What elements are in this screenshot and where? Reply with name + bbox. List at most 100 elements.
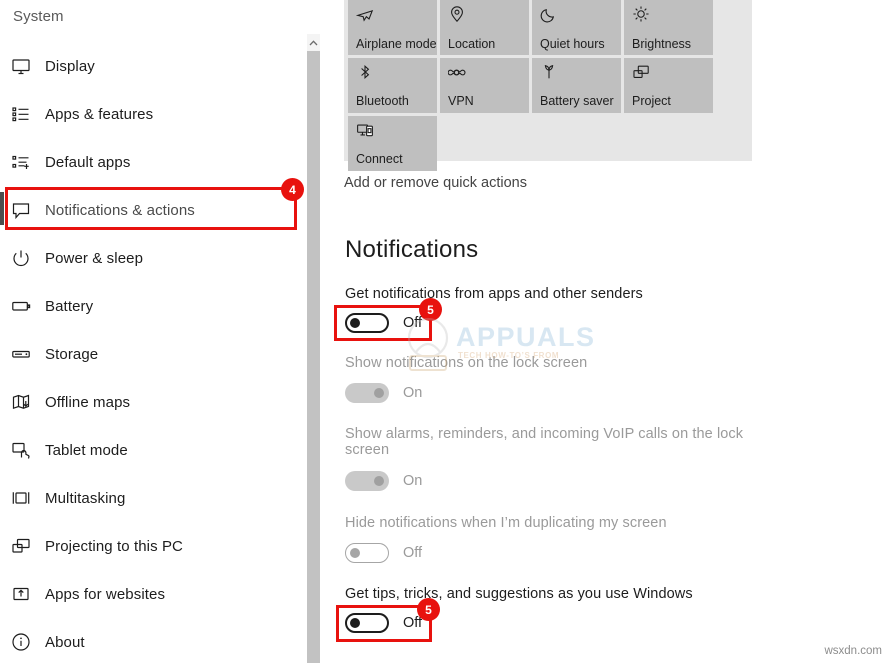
project-icon [11,536,45,556]
sidebar-scrollbar-thumb[interactable] [307,51,320,663]
sidebar-item-notifications-actions[interactable]: Notifications & actions [0,190,300,230]
sidebar-item-offline-maps[interactable]: Offline maps [0,382,300,422]
moon-icon-glyph [540,9,554,23]
quick-action-tile-vpn[interactable]: VPN [440,58,529,113]
connect-icon-glyph [357,124,373,137]
app-list-icon-glyph [12,107,29,122]
app-list-icon [11,104,45,124]
quick-action-tile-location[interactable]: Location [440,0,529,55]
setting-toggle-row[interactable]: On [345,471,422,491]
project-icon-glyph [12,538,30,553]
sidebar: System Display Apps & features Default app… [0,0,320,663]
toggle-state-label: Off [403,615,423,631]
sidebar-item-label: Battery [45,297,94,315]
moon-icon [540,5,558,28]
connect-icon [356,121,374,144]
toggle-switch[interactable] [345,543,389,563]
sidebar-item-label: Apps & features [45,105,154,123]
airplane-icon-glyph [355,9,374,22]
sidebar-item-about[interactable]: About [0,622,300,662]
speech-bubble-icon-glyph [12,203,30,220]
sidebar-item-battery[interactable]: Battery [0,286,300,326]
toggle-state-label: On [403,385,423,401]
quick-action-tile-label: Connect [356,152,403,166]
sidebar-item-default-apps[interactable]: Default apps [0,142,300,182]
setting-label: Get tips, tricks, and suggestions as you… [345,586,693,602]
chevron-up-glyph [309,39,318,45]
quick-action-tile-label: Brightness [632,37,692,51]
page-title: System [13,8,64,25]
sidebar-item-label: Display [45,57,95,75]
quick-actions-panel: Airplane mode Location Quiet hours Brightne… [344,0,752,171]
sidebar-item-apps-for-websites[interactable]: Apps for websites [0,574,300,614]
sidebar-item-projecting-to-this-pc[interactable]: Projecting to this PC [0,526,300,566]
setting-toggle-row[interactable]: Off [345,313,422,333]
sidebar-item-power-sleep[interactable]: Power & sleep [0,238,300,278]
corner-watermark: wsxdn.com [824,645,882,657]
sidebar-item-label: Tablet mode [45,441,128,459]
sidebar-item-display[interactable]: Display [0,46,300,86]
quick-action-tile-quiet-hours[interactable]: Quiet hours [532,0,621,55]
quick-action-tile-label: Location [448,37,496,51]
airplane-icon [355,5,374,28]
sidebar-item-label: Offline maps [45,393,131,411]
toggle-knob [350,318,360,328]
quick-action-tile-brightness[interactable]: Brightness [624,0,713,55]
multitask-icon [11,488,45,508]
sidebar-item-multitasking[interactable]: Multitasking [0,478,300,518]
brightness-icon-glyph [633,6,649,22]
toggle-knob [350,548,360,558]
power-icon-glyph [13,250,29,267]
notifications-heading: Notifications [345,236,479,263]
storage-icon-glyph [12,350,30,358]
vpn-icon [447,63,466,86]
quick-action-tile-project[interactable]: Project [624,58,713,113]
default-apps-icon-glyph [12,155,29,169]
sidebar-item-storage[interactable]: Storage [0,334,300,374]
bluetooth-icon [356,63,374,86]
setting-toggle-row[interactable]: Off [345,543,422,563]
monitor-icon-glyph [12,59,30,75]
sidebar-item-label: About [45,633,85,651]
toggle-knob [350,618,360,628]
toggle-state-label: Off [403,315,423,331]
apps-websites-icon [11,584,45,604]
toggle-switch[interactable] [345,383,389,403]
toggle-knob [374,476,384,486]
quick-action-tile-airplane-mode[interactable]: Airplane mode [348,0,437,55]
quick-action-tile-label: Project [632,94,671,108]
map-download-icon [11,392,45,412]
quick-action-tile-label: VPN [448,94,474,108]
monitor-icon [11,56,45,76]
sidebar-item-label: Power & sleep [45,249,144,267]
storage-icon [11,344,45,364]
quick-action-tile-battery-saver[interactable]: Battery saver [532,58,621,113]
toggle-switch[interactable] [345,471,389,491]
tablet-touch-icon [11,440,45,460]
setting-label: Show notifications on the lock screen [345,355,588,371]
quick-action-tile-connect[interactable]: Connect [348,116,437,171]
toggle-knob [374,388,384,398]
sidebar-item-apps-features[interactable]: Apps & features [0,94,300,134]
toggle-switch[interactable] [345,313,389,333]
info-icon [11,632,45,652]
toggle-switch[interactable] [345,613,389,633]
quick-action-tile-label: Battery saver [540,94,614,108]
quick-action-tile-bluetooth[interactable]: Bluetooth [348,58,437,113]
add-remove-quick-actions-link[interactable]: Add or remove quick actions [344,175,527,191]
setting-toggle-row[interactable]: On [345,383,422,403]
apps-websites-icon-glyph [13,587,29,601]
quick-action-tile-label: Quiet hours [540,37,605,51]
sidebar-item-tablet-mode[interactable]: Tablet mode [0,430,300,470]
project-screens-icon [632,63,650,86]
toggle-state-label: On [403,473,423,489]
setting-toggle-row[interactable]: Off [345,613,422,633]
battery-saver-icon-glyph [544,65,554,79]
settings-window: System Display Apps & features Default app… [0,0,890,663]
sidebar-item-label: Storage [45,345,99,363]
chevron-up-icon[interactable] [307,34,320,51]
multitask-icon-glyph [12,492,30,504]
battery-icon [11,296,45,316]
sidebar-item-label: Multitasking [45,489,126,507]
map-download-icon-glyph [12,394,30,410]
